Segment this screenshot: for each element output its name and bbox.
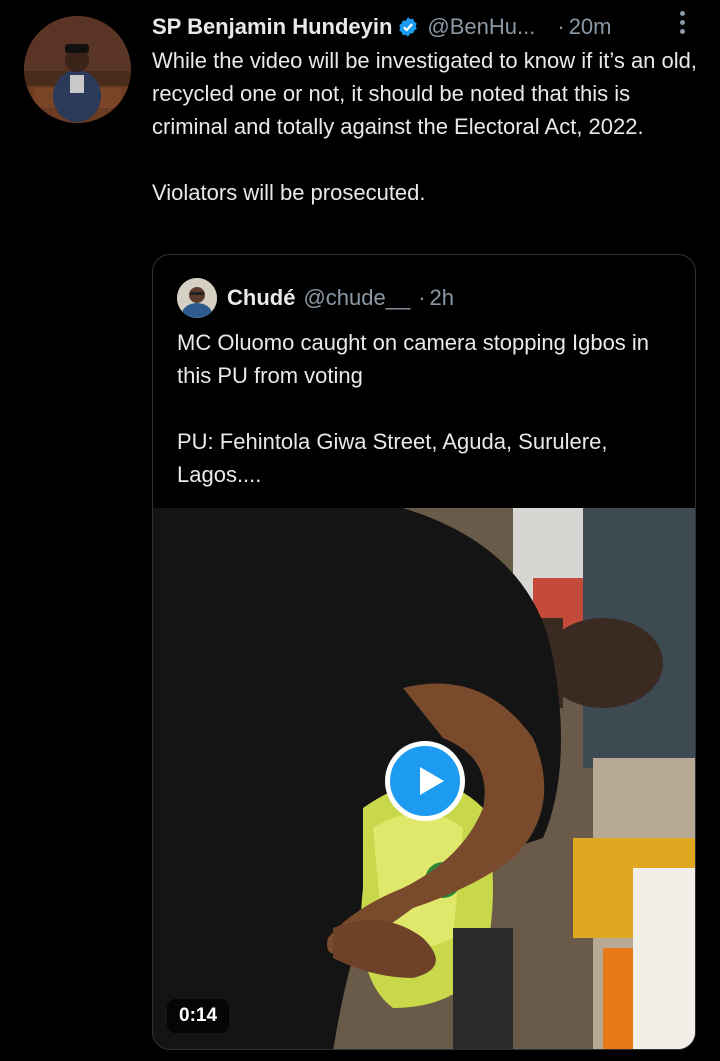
tweet-header: SP Benjamin Hundeyin @BenHu... · 20m xyxy=(152,10,690,44)
author-handle[interactable]: @BenHu... xyxy=(427,14,535,40)
quoted-author-handle[interactable]: @chude__ xyxy=(303,285,410,311)
verified-badge-icon xyxy=(399,17,418,37)
quoted-text: MC Oluomo caught on camera stopping Igbo… xyxy=(177,330,650,487)
tweet[interactable]: SP Benjamin Hundeyin @BenHu... · 20m Whi… xyxy=(0,0,720,1061)
quoted-author-avatar[interactable] xyxy=(177,278,217,318)
author-name[interactable]: SP Benjamin Hundeyin xyxy=(152,14,392,40)
more-options-icon[interactable] xyxy=(678,11,686,37)
tweet-text: While the video will be investigated to … xyxy=(152,48,697,205)
quoted-author-name[interactable]: Chudé xyxy=(227,285,295,311)
quoted-separator-dot: · xyxy=(418,285,426,310)
video-duration-badge: 0:14 xyxy=(167,999,230,1033)
quoted-time[interactable]: 2h xyxy=(430,285,454,311)
quoted-tweet[interactable]: Chudé @chude__ · 2h MC Oluomo caught on … xyxy=(152,254,696,1050)
quoted-header: Chudé @chude__ · 2h xyxy=(177,278,454,318)
tweet-time[interactable]: 20m xyxy=(569,14,612,40)
author-avatar[interactable] xyxy=(24,16,131,123)
play-icon[interactable] xyxy=(385,741,465,821)
separator-dot: · xyxy=(557,14,565,39)
